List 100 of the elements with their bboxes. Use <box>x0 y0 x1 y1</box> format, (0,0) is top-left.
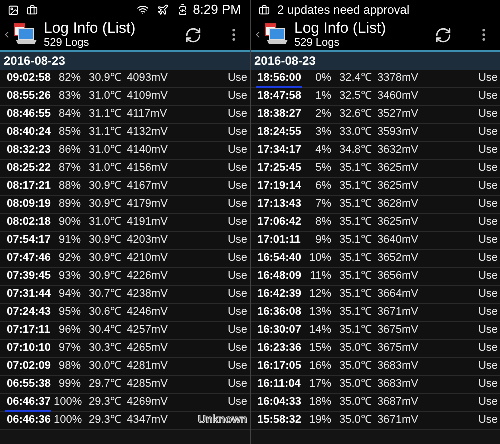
voltage-cell-text: 3683mV <box>378 359 418 374</box>
time-cell-text: 08:46:55 <box>6 107 52 122</box>
voltage-cell-text: 4257mV <box>127 323 168 338</box>
voltage-cell-text: 3628mV <box>378 197 418 212</box>
status-cell-text: Use <box>228 359 248 374</box>
voltage-cell-text: 3675mV <box>378 323 418 338</box>
percent-cell-text: 15% <box>308 341 332 356</box>
temperature-cell-text: 29.3℃ <box>89 413 122 428</box>
voltage-cell-text: 3664mV <box>378 287 418 302</box>
voltage-cell-text: 3625mV <box>378 215 418 230</box>
time-cell-text: 08:09:19 <box>6 197 52 212</box>
voltage-cell-text: 4203mV <box>127 233 168 248</box>
status-cell-text: Use <box>228 305 248 320</box>
voltage-cell-text: 4238mV <box>127 287 168 302</box>
percent-cell-text: 94% <box>58 287 81 302</box>
voltage-cell-text: 3625mV <box>378 179 418 194</box>
time-cell-text: 08:17:21 <box>6 179 52 194</box>
time-cell-text: 17:13:43 <box>256 197 303 212</box>
time-cell-text: 06:46:36 <box>6 413 52 428</box>
temperature-cell-text: 31.1℃ <box>89 125 122 140</box>
temperature-cell-text: 35.0℃ <box>340 341 373 356</box>
temperature-cell-text: 35.1℃ <box>340 215 373 230</box>
percent-cell-text: 95% <box>58 305 81 320</box>
percent-cell-text: 100% <box>54 413 81 428</box>
time-cell-text: 17:25:45 <box>256 161 303 176</box>
notification-text: 2 updates need approval <box>278 2 410 19</box>
log-count: 529 Logs <box>44 37 90 49</box>
percent-cell-text: 6% <box>314 179 332 194</box>
status-cell-text: Use <box>478 323 499 338</box>
percent-cell-text: 89% <box>58 197 81 212</box>
date-header: 2016-08-23 <box>250 52 500 70</box>
voltage-cell-text: 3652mV <box>378 251 418 266</box>
percent-cell-text: 84% <box>58 107 81 122</box>
percent-cell-text: 18% <box>308 395 332 410</box>
percent-cell-text: 5% <box>314 161 332 176</box>
temperature-cell-text: 35.1℃ <box>340 287 373 302</box>
voltage-cell-text: 4167mV <box>127 179 168 194</box>
status-cell-text: Use <box>228 395 248 410</box>
status-cell-text: Use <box>228 161 248 176</box>
time-cell-text: 17:01:11 <box>256 233 302 248</box>
voltage-cell-text: 3460mV <box>378 89 418 104</box>
status-cell-text: Use <box>478 107 499 122</box>
temperature-cell-text: 35.0℃ <box>340 413 373 428</box>
voltage-cell-text: 4285mV <box>127 377 168 392</box>
percent-cell-text: 19% <box>308 413 332 428</box>
time-cell-text: 07:24:43 <box>6 305 52 320</box>
voltage-cell-text: 3687mV <box>378 395 418 410</box>
status-cell-text: Use <box>228 233 248 248</box>
percent-cell-text: 88% <box>58 179 81 194</box>
voltage-cell-text: 4179mV <box>127 197 168 212</box>
time-cell-text: 16:04:33 <box>256 395 303 410</box>
percent-cell-text: 9% <box>314 233 332 248</box>
time-cell-text: 08:55:26 <box>6 89 52 104</box>
time-cell-text: 17:06:42 <box>256 215 303 230</box>
temperature-cell-text: 29.7℃ <box>89 377 122 392</box>
status-cell-text: Use <box>228 107 248 122</box>
voltage-cell-text: 3632mV <box>378 143 418 158</box>
temperature-cell-text: 30.9℃ <box>89 179 122 194</box>
voltage-cell-text: 3671mV <box>378 305 418 320</box>
percent-cell-text: 7% <box>314 197 332 212</box>
date-header: 2016-08-23 <box>0 52 250 70</box>
status-cell-text: Use <box>478 341 499 356</box>
voltage-cell-text: 3378mV <box>378 71 418 86</box>
voltage-cell-text: 4226mV <box>127 269 168 284</box>
temperature-cell-text: 32.5℃ <box>340 89 373 104</box>
temperature-cell-text: 34.8℃ <box>340 143 373 158</box>
voltage-cell-text: 3527mV <box>378 107 418 122</box>
status-cell-text: Use <box>478 287 499 302</box>
temperature-cell-text: 30.9℃ <box>89 197 122 212</box>
temperature-cell-text: 30.9℃ <box>89 71 122 86</box>
voltage-cell-text: 3656mV <box>378 269 418 284</box>
time-cell-text: 07:02:09 <box>6 359 52 374</box>
time-cell-text: 08:40:24 <box>6 125 52 140</box>
log-count: 529 Logs <box>294 37 341 49</box>
status-cell-text: Use <box>228 143 248 158</box>
voltage-cell-text: 4117mV <box>127 107 168 122</box>
status-cell-text: Use <box>478 197 499 212</box>
temperature-cell-text: 35.1℃ <box>340 251 373 266</box>
time-cell-text: 16:17:05 <box>256 359 303 374</box>
voltage-cell-text: 4132mV <box>127 125 168 140</box>
voltage-cell-text: 3593mV <box>378 125 418 140</box>
time-cell-text: 06:55:38 <box>6 377 52 392</box>
percent-cell-text: 12% <box>308 287 332 302</box>
percent-cell-text: 0% <box>314 71 332 86</box>
temperature-cell-text: 35.0℃ <box>340 395 373 410</box>
temperature-cell-text: 30.9℃ <box>89 251 122 266</box>
voltage-cell-text: 3671mV <box>378 413 418 428</box>
status-cell-text: Use <box>478 125 499 140</box>
temperature-cell-text: 35.1℃ <box>340 179 373 194</box>
temperature-cell-text: 35.1℃ <box>340 161 373 176</box>
time-cell-text: 15:58:32 <box>256 413 303 428</box>
time-cell-text: 18:47:58 <box>256 89 303 104</box>
time-cell-text: 17:19:14 <box>256 179 303 194</box>
status-cell-text: Use <box>478 269 499 284</box>
temperature-cell-text: 29.3℃ <box>89 395 122 410</box>
time-cell-text: 16:54:40 <box>256 251 303 266</box>
percent-cell-text: 91% <box>58 233 81 248</box>
percent-cell-text: 10% <box>308 251 332 266</box>
temperature-cell-text: 35.1℃ <box>340 233 373 248</box>
voltage-cell-text: 4109mV <box>127 89 168 104</box>
